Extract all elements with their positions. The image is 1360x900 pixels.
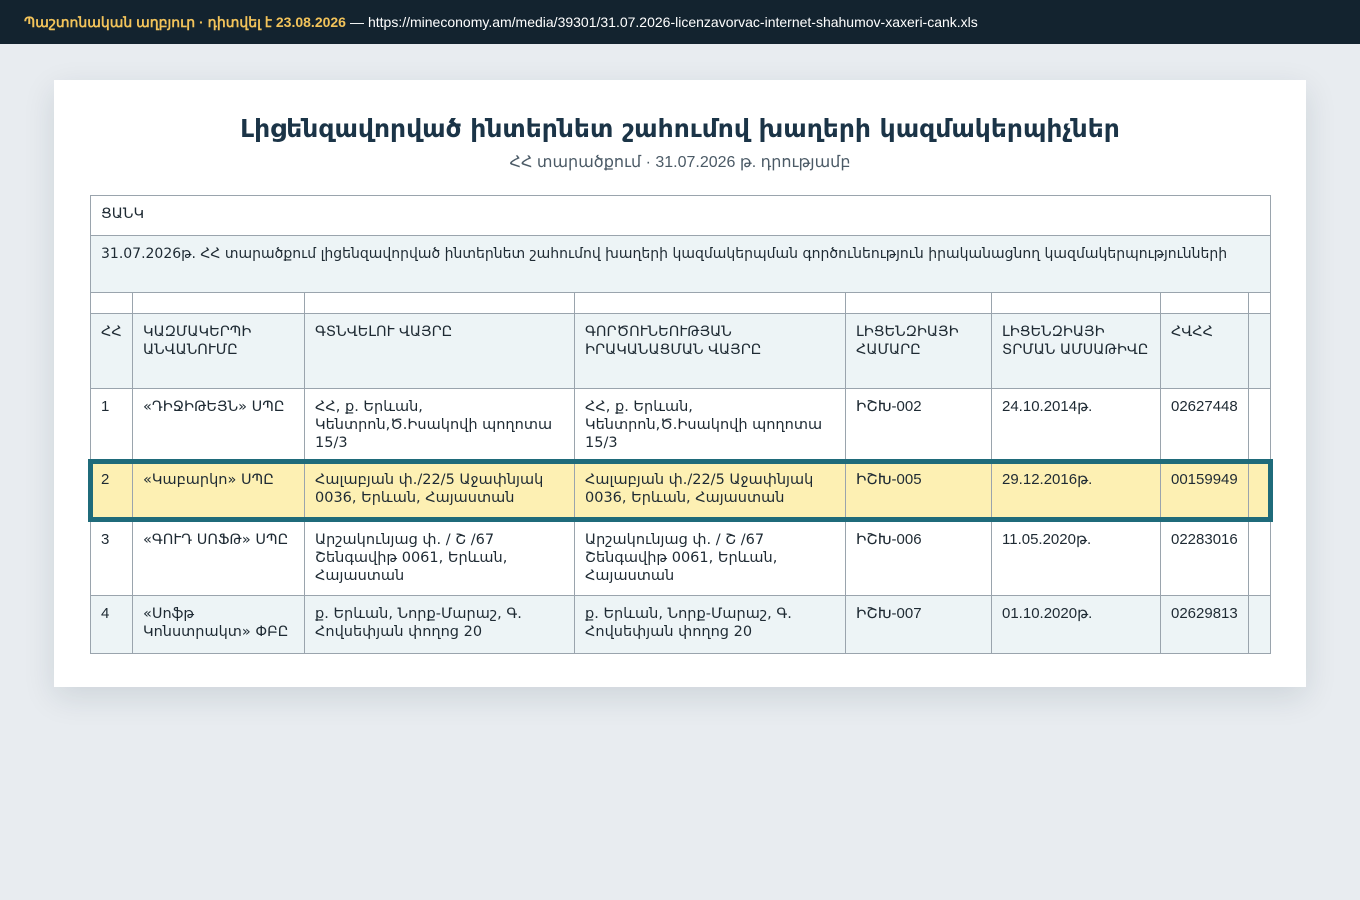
sheet-caption-row: ՑԱՆԿ	[89, 195, 1272, 236]
table-row-highlighted[interactable]: 2 «Կաբարկո» ՍՊԸ Հալաբյան փ./22/5 Աջափնյա…	[90, 461, 1272, 522]
cell-location: Հալաբյան փ./22/5 Աջափնյակ 0036, Երևան, Հ…	[304, 461, 575, 522]
cell-license-no: ԻՇԽ-005	[845, 461, 992, 522]
cell-tin: 02283016	[1160, 521, 1249, 596]
cell-name: «ԳՈՒԴ ՍՈՖԹ» ՍՊԸ	[132, 521, 305, 596]
cell-tin: 02627448	[1160, 388, 1249, 462]
cell-activity-place: ք. Երևան, Նորք-Մարաշ, Գ. Հովսեփյան փողոց…	[574, 595, 846, 654]
header-name: ԿԱԶՄԱԿԵՐՊԻ ԱՆՎԱՆՈՒՄԸ	[132, 313, 305, 389]
cell-license-no: ԻՇԽ-006	[845, 521, 992, 596]
cell-name: «ԴԻՋԻԹԵՅՆ» ՍՊԸ	[132, 388, 305, 462]
source-banner: Պաշտոնական աղբյուր · դիտվել է 23.08.2026…	[0, 0, 1360, 44]
cell-tin: 00159949	[1160, 461, 1249, 522]
cell-tin: 02629813	[1160, 595, 1249, 654]
cell-number: 2	[90, 461, 133, 522]
cell-issue-date: 29.12.2016թ.	[991, 461, 1161, 522]
table-row[interactable]: 4 «Սոֆթ Կոնստրակտ» ՓԲԸ ք. Երևան, Նորք-Մա…	[90, 595, 1272, 654]
sheet-description-row: 31.07.2026թ. ՀՀ տարածքում լիցենզավորված …	[89, 235, 1272, 293]
blank-cell	[90, 292, 133, 314]
cell-number: 1	[90, 388, 133, 462]
header-tin: ՀՎՀՀ	[1160, 313, 1249, 389]
licensee-table: ՑԱՆԿ 31.07.2026թ. ՀՀ տարածքում լիցենզավո…	[89, 195, 1272, 654]
document-card: Լիցենզավորված ինտերնետ շահումով խաղերի կ…	[54, 80, 1306, 687]
cell-location: Արշակունյաց փ. / Շ /67 Շենգավիթ 0061, Եր…	[304, 521, 575, 596]
page-title: Լիցենզավորված ինտերնետ շահումով խաղերի կ…	[240, 114, 1120, 143]
cell-empty	[1247, 461, 1272, 522]
cell-license-no: ԻՇԽ-002	[845, 388, 992, 462]
cell-empty	[1247, 388, 1272, 462]
cell-name: «Կաբարկո» ՍՊԸ	[132, 461, 305, 522]
banner-separator: —	[349, 14, 364, 30]
cell-number: 4	[90, 595, 133, 654]
blank-cell	[574, 292, 846, 314]
header-activity-place: ԳՈՐԾՈՒՆԵՈՒԹՅԱՆ ԻՐԱԿԱՆԱՑՄԱՆ ՎԱՅՐԸ	[574, 313, 846, 389]
sheet-description: 31.07.2026թ. ՀՀ տարածքում լիցենզավորված …	[89, 235, 1272, 293]
blank-row	[90, 292, 1272, 314]
table-header-row: ՀՀ ԿԱԶՄԱԿԵՐՊԻ ԱՆՎԱՆՈՒՄԸ ԳՏՆՎԵԼՈՒ ՎԱՅՐԸ Գ…	[90, 313, 1272, 389]
header-issue-date: ԼԻՑԵՆԶԻԱՅԻ ՏՐՄԱՆ ԱՄՍԱԹԻՎԸ	[991, 313, 1161, 389]
sheet-caption: ՑԱՆԿ	[89, 195, 1272, 236]
table-row[interactable]: 3 «ԳՈՒԴ ՍՈՖԹ» ՍՊԸ Արշակունյաց փ. / Շ /67…	[90, 521, 1272, 596]
blank-cell	[1160, 292, 1249, 314]
blank-cell	[132, 292, 305, 314]
cell-location: ք. Երևան, Նորք-Մարաշ, Գ. Հովսեփյան փողոց…	[304, 595, 575, 654]
header-license-no: ԼԻՑԵՆԶԻԱՅԻ ՀԱՄԱՐԸ	[845, 313, 992, 389]
cell-activity-place: ՀՀ, ք. Երևան, Կենտրոն,Ծ.Իսակովի պողոտա 1…	[574, 388, 846, 462]
cell-location: ՀՀ, ք. Երևան, Կենտրոն,Ծ.Իսակովի պողոտա 1…	[304, 388, 575, 462]
cell-empty	[1247, 521, 1272, 596]
page-subtitle: ՀՀ տարածքում · 31.07.2026 թ. դրությամբ	[509, 154, 851, 171]
header-location: ԳՏՆՎԵԼՈՒ ՎԱՅՐԸ	[304, 313, 575, 389]
cell-issue-date: 11.05.2020թ.	[991, 521, 1161, 596]
table-row[interactable]: 1 «ԴԻՋԻԹԵՅՆ» ՍՊԸ ՀՀ, ք. Երևան, Կենտրոն,Ծ…	[90, 388, 1272, 462]
cell-number: 3	[90, 521, 133, 596]
cell-empty	[1247, 595, 1272, 654]
cell-issue-date: 01.10.2020թ.	[991, 595, 1161, 654]
blank-cell	[991, 292, 1161, 314]
cell-name: «Սոֆթ Կոնստրակտ» ՓԲԸ	[132, 595, 305, 654]
blank-cell	[304, 292, 575, 314]
header-empty	[1247, 313, 1272, 389]
cell-license-no: ԻՇԽ-007	[845, 595, 992, 654]
blank-cell	[1247, 292, 1272, 314]
cell-activity-place: Արշակունյաց փ. / Շ /67 Շենգավիթ 0061, Եր…	[574, 521, 846, 596]
cell-issue-date: 24.10.2014թ.	[991, 388, 1161, 462]
cell-activity-place: Հալաբյան փ./22/5 Աջափնյակ 0036, Երևան, Հ…	[574, 461, 846, 522]
header-number: ՀՀ	[90, 313, 133, 389]
source-url[interactable]: https://mineconomy.am/media/39301/31.07.…	[368, 14, 978, 30]
blank-cell	[845, 292, 992, 314]
source-label: Պաշտոնական աղբյուր · դիտվել է 23.08.2026	[24, 13, 346, 30]
